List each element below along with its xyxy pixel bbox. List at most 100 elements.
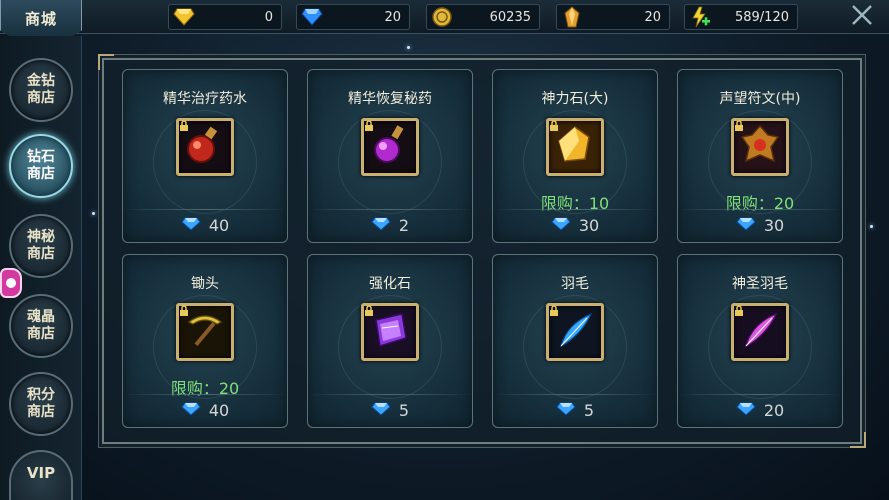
lock-icon bbox=[177, 304, 191, 318]
item-name: 锄头 bbox=[191, 276, 219, 292]
sidebar-item-points-shop[interactable]: 积分商店 bbox=[9, 372, 73, 436]
divider bbox=[123, 209, 287, 210]
star-decoration bbox=[407, 46, 410, 49]
item-slot[interactable] bbox=[176, 303, 234, 361]
divider bbox=[493, 209, 657, 210]
resource-energy[interactable]: 589/120 bbox=[684, 4, 798, 30]
lock-icon bbox=[732, 304, 746, 318]
shop-item-card[interactable]: 精华治疗药水 40 bbox=[122, 69, 288, 243]
close-button[interactable] bbox=[825, 0, 889, 34]
price-value: 20 bbox=[763, 400, 785, 420]
divider bbox=[493, 394, 657, 395]
shop-item-card[interactable]: 羽毛 5 bbox=[492, 254, 658, 428]
sidebar-item-diamond-shop[interactable]: 钻石商店 bbox=[9, 134, 73, 198]
star-decoration bbox=[92, 212, 95, 215]
price-value: 40 bbox=[208, 215, 230, 235]
sidebar-item-mystery-shop[interactable]: 神秘商店 bbox=[9, 214, 73, 278]
blue-diamond-icon bbox=[551, 216, 571, 235]
blue-diamond-icon bbox=[556, 401, 576, 420]
sidebar-item-label: 钻石商店 bbox=[27, 149, 55, 182]
blue-diamond-icon bbox=[181, 401, 201, 420]
price-value: 40 bbox=[208, 400, 230, 420]
floating-assistant-icon[interactable] bbox=[0, 268, 22, 298]
resource-value: 60235 bbox=[489, 9, 531, 25]
shop-item-card[interactable]: 声望符文(中) 限购：20 30 bbox=[677, 69, 843, 243]
sidebar-item-soul-crystal-shop[interactable]: 魂晶商店 bbox=[9, 294, 73, 358]
item-price: 30 bbox=[678, 212, 842, 238]
blue-diamond-icon bbox=[371, 216, 391, 235]
blue-diamond-icon bbox=[736, 216, 756, 235]
item-price: 5 bbox=[308, 397, 472, 423]
divider bbox=[308, 394, 472, 395]
close-icon[interactable] bbox=[847, 2, 877, 32]
page-title: 商城 bbox=[0, 0, 82, 38]
item-slot[interactable] bbox=[361, 118, 419, 176]
item-price: 40 bbox=[123, 212, 287, 238]
item-name: 神力石(大) bbox=[541, 91, 609, 107]
divider bbox=[123, 394, 287, 395]
sidebar-item-gold-diamond-shop[interactable]: 金钻商店 bbox=[9, 58, 73, 122]
amber-crystal-icon bbox=[561, 6, 583, 28]
resource-gold-coin: 60235 bbox=[426, 4, 540, 30]
blue-diamond-icon bbox=[301, 7, 323, 27]
item-slot[interactable] bbox=[546, 118, 604, 176]
yellow-diamond-icon bbox=[173, 7, 195, 27]
lock-icon bbox=[362, 304, 376, 318]
shop-item-card[interactable]: 神力石(大) 限购：10 30 bbox=[492, 69, 658, 243]
purchase-limit: 限购：20 bbox=[170, 379, 240, 398]
item-price: 5 bbox=[493, 397, 657, 423]
resource-value: 0 bbox=[264, 9, 273, 25]
item-slot[interactable] bbox=[361, 303, 419, 361]
sidebar-item-label: 魂晶商店 bbox=[27, 309, 55, 342]
item-price: 2 bbox=[308, 212, 472, 238]
item-name: 精华治疗药水 bbox=[163, 91, 247, 107]
lock-icon bbox=[362, 119, 376, 133]
sidebar-item-vip[interactable]: VIP bbox=[9, 450, 73, 500]
divider bbox=[678, 394, 842, 395]
shop-item-card[interactable]: 锄头 限购：20 40 bbox=[122, 254, 288, 428]
item-name: 声望符文(中) bbox=[719, 91, 801, 107]
item-slot[interactable] bbox=[731, 118, 789, 176]
price-value: 30 bbox=[763, 215, 785, 235]
item-price: 40 bbox=[123, 397, 287, 423]
item-slot[interactable] bbox=[731, 303, 789, 361]
item-slot[interactable] bbox=[176, 118, 234, 176]
item-price: 30 bbox=[493, 212, 657, 238]
energy-plus-icon[interactable] bbox=[689, 6, 711, 28]
sidebar-item-label: 神秘商店 bbox=[27, 229, 55, 262]
blue-diamond-icon bbox=[371, 401, 391, 420]
divider bbox=[678, 209, 842, 210]
resource-blue-diamond: 20 bbox=[296, 4, 410, 30]
lock-icon bbox=[547, 304, 561, 318]
resource-amber-crystal: 20 bbox=[556, 4, 670, 30]
resource-value: 589/120 bbox=[734, 9, 789, 25]
resource-value: 20 bbox=[384, 9, 401, 25]
item-name: 强化石 bbox=[369, 276, 411, 292]
blue-diamond-icon bbox=[181, 216, 201, 235]
shop-item-card[interactable]: 神圣羽毛 20 bbox=[677, 254, 843, 428]
price-value: 30 bbox=[578, 215, 600, 235]
purchase-limit: 限购：10 bbox=[540, 194, 610, 213]
sidebar-item-label: 金钻商店 bbox=[27, 73, 55, 106]
gold-coin-icon bbox=[431, 7, 453, 27]
item-name: 精华恢复秘药 bbox=[348, 91, 432, 107]
shop-item-card[interactable]: 精华恢复秘药 2 bbox=[307, 69, 473, 243]
resource-yellow-diamond: 0 bbox=[168, 4, 282, 30]
lock-icon bbox=[547, 119, 561, 133]
item-name: 神圣羽毛 bbox=[732, 276, 788, 292]
shop-item-card[interactable]: 强化石 5 bbox=[307, 254, 473, 428]
shop-panel: 精华治疗药水 40 精华恢复秘药 2 神力石(大) 限购：10 30 声望符文(… bbox=[98, 54, 866, 448]
top-bar: 商城 0 20 60235 20 589/120 bbox=[0, 0, 889, 38]
sidebar-item-label: 积分商店 bbox=[27, 387, 55, 420]
blue-diamond-icon bbox=[736, 401, 756, 420]
divider bbox=[308, 209, 472, 210]
resource-value: 20 bbox=[644, 9, 661, 25]
price-value: 2 bbox=[398, 215, 410, 235]
lock-icon bbox=[732, 119, 746, 133]
lock-icon bbox=[177, 119, 191, 133]
item-slot[interactable] bbox=[546, 303, 604, 361]
price-value: 5 bbox=[398, 400, 410, 420]
item-name: 羽毛 bbox=[561, 276, 589, 292]
star-decoration bbox=[870, 225, 873, 228]
price-value: 5 bbox=[583, 400, 595, 420]
